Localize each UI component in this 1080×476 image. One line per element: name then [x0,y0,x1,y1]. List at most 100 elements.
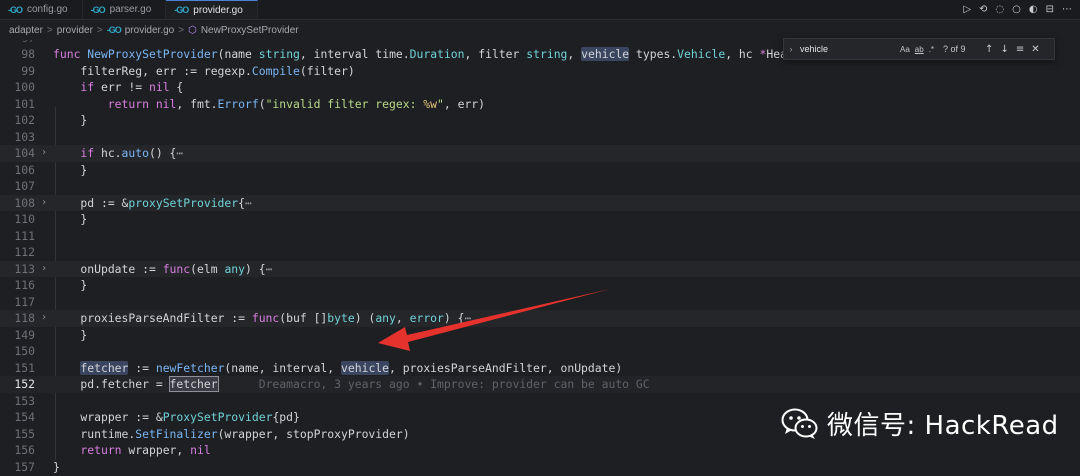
watermark: 微信号: HackRead [781,405,1059,442]
code-token: if [80,146,95,160]
code-token: hc. [94,146,122,160]
code-line[interactable]: 116} [0,277,1080,294]
code-token: any [224,261,246,276]
code-token: } [80,278,88,292]
tab-provider-go[interactable]: -GO provider.go [166,0,258,19]
code-token: := [183,63,197,78]
chevron-right-icon[interactable]: › [784,44,798,54]
code-line[interactable]: 104 › if hc.auto() {⋯ [0,145,1080,162]
code-line[interactable]: 99 filterReg, err := regexp.Compile(filte… [0,63,1080,80]
run-icon[interactable]: ▷ [963,4,971,15]
line-number: 117 [14,294,35,309]
tab-label: provider.go [193,4,243,16]
code-line[interactable]: 111 [0,228,1080,245]
code-token: } [80,212,88,226]
fold-chevron-icon[interactable]: › [41,145,49,162]
history-icon[interactable]: ⟲ [979,4,987,15]
code-line[interactable]: 107 [0,178,1080,195]
find-navigation: ↑ ↓ ≡ ✕ [985,44,1040,55]
line-number: 97 [0,40,35,45]
fold-chevron-icon[interactable]: › [41,195,49,212]
code-token: , interval time. [299,47,410,61]
line-number: 152 [14,377,35,391]
code-token: wrapper, [121,443,191,457]
code-token: string [526,47,568,61]
code-text: return nil, fmt.Errorf("invalid filter r… [108,96,485,113]
tab-label: parser.go [109,4,152,15]
code-line[interactable]: 108 › pd := &proxySetProvider{⋯ [0,194,1080,212]
code-line[interactable]: 110} [0,211,1080,228]
fold-chevron-icon[interactable]: › [41,261,49,278]
circle-dot-icon[interactable]: ◌ [995,4,1004,15]
find-in-selection-icon[interactable]: ≡ [1016,44,1024,55]
code-token: func [162,261,191,276]
code-line[interactable]: 102} [0,112,1080,129]
code-text: } [80,327,87,344]
line-number: 98 [21,47,35,61]
find-widget: › vehicle Aa ab .* ? of 9 ↑ ↓ ≡ ✕ [783,38,1055,60]
regex-toggle[interactable]: .* [929,45,934,54]
code-line[interactable]: 151 fetcher := newFetcher(name, interval,… [0,360,1080,377]
code-token: return [80,443,122,457]
code-token: string [258,47,300,61]
find-input[interactable]: vehicle [798,44,894,54]
line-number: 157 [14,459,35,474]
code-line[interactable]: 106} [0,162,1080,179]
circle-icon[interactable]: ○ [1012,4,1021,15]
wechat-logo-icon [781,408,818,439]
close-icon[interactable]: ✕ [1031,44,1039,55]
code-token: , fmt. [176,96,218,111]
code-text: func NewProxySetProvider(name string, in… [53,46,808,63]
line-number: 99 [21,63,35,78]
go-file-icon: -GO [174,5,189,15]
code-line[interactable]: 157} [0,459,1080,476]
match-word-toggle[interactable]: ab [915,45,924,54]
line-number: 111 [14,228,35,243]
breadcrumb-item-file[interactable]: provider.go [125,25,174,36]
code-token: filterReg, err [80,63,184,78]
code-line[interactable]: 101 return nil, fmt.Errorf("invalid filte… [0,96,1080,113]
line-number: 113 [14,261,35,276]
line-number: 154 [14,410,35,424]
code-line[interactable]: 118 › proxiesParseAndFilter := func(buf []… [0,310,1080,327]
code-text: return wrapper, nil [80,442,210,459]
code-token: } [80,327,88,342]
arrow-up-icon[interactable]: ↑ [985,44,993,55]
code-line[interactable]: 152 pd.fetcher = fetcher Dreamacro, 3 yea… [0,376,1080,393]
match-case-toggle[interactable]: Aa [900,45,910,54]
line-number: 149 [14,327,35,342]
code-line[interactable]: 103 [0,129,1080,146]
toggle-icon[interactable]: ◐ [1029,4,1038,15]
code-line[interactable]: 117 [0,294,1080,311]
code-line[interactable]: 149} [0,327,1080,344]
code-line[interactable]: 100 if err != nil { [0,79,1080,96]
code-line[interactable]: 150 [0,343,1080,360]
code-token: vehicle [581,47,630,61]
breadcrumb-item-symbol[interactable]: NewProxySetProvider [201,25,299,36]
line-number: 101 [14,96,35,111]
code-token: pd [80,195,101,210]
breadcrumb-item-provider[interactable]: provider [57,25,93,36]
code-line[interactable]: 156 return wrapper, nil [0,442,1080,459]
code-token: ) { [245,261,266,276]
code-token: onUpdate [80,261,143,276]
code-line[interactable]: 113 › onUpdate := func(elm any) {⋯ [0,260,1080,278]
more-actions-icon[interactable]: ⋯ [1062,4,1072,15]
code-token: fetcher [80,360,129,375]
code-token: (filter) [299,63,355,78]
chevron-right-icon: > [96,24,103,36]
breadcrumb-item-adapter[interactable]: adapter [9,25,43,36]
code-token: ⋯ [245,195,252,210]
go-file-icon: -GO [8,4,23,15]
code-token: NewProxySetProvider [87,47,218,61]
tab-config-go[interactable]: -GO config.go [0,0,83,19]
line-number: 118 [14,311,35,325]
arrow-down-icon[interactable]: ↓ [1000,44,1008,55]
tab-parser-go[interactable]: -GO parser.go [83,0,167,19]
fold-chevron-icon[interactable]: › [41,310,49,327]
code-token: , err) [443,96,486,111]
split-editor-icon[interactable]: ⊟ [1046,4,1054,15]
code-line[interactable]: 112 [0,244,1080,261]
code-token: (name [217,47,259,61]
